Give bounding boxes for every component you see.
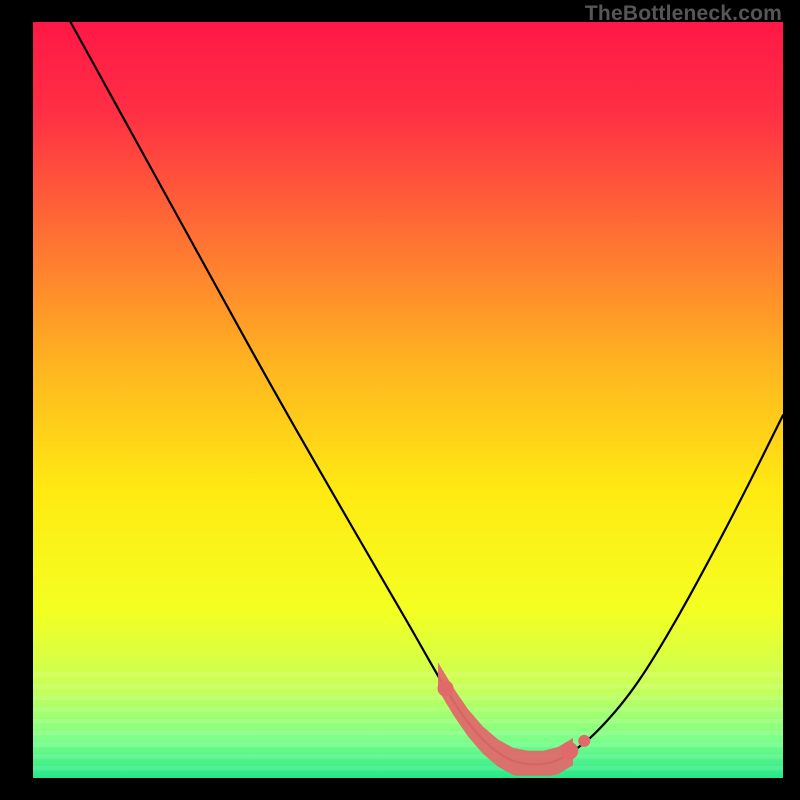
chart-frame: TheBottleneck.com bbox=[0, 0, 800, 800]
chart-plot-area bbox=[33, 22, 783, 778]
chart-svg bbox=[33, 22, 783, 778]
